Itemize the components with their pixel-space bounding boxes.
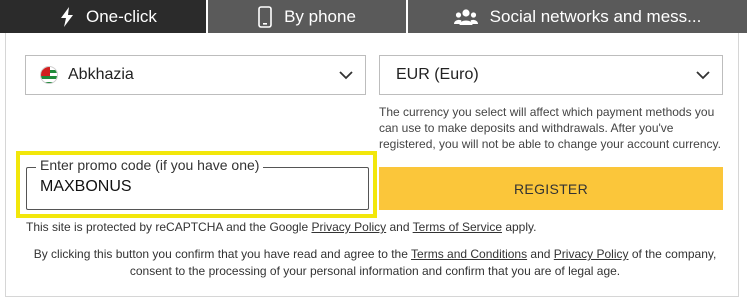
legal-notice: By clicking this button you confirm that…: [28, 246, 722, 280]
tab-by-phone-label: By phone: [284, 6, 356, 26]
register-button[interactable]: REGISTER: [379, 167, 723, 210]
recaptcha-text: This site is protected by reCAPTCHA and …: [26, 220, 312, 234]
tab-social-networks-label: Social networks and mess...: [489, 6, 702, 26]
tab-one-click-label: One-click: [86, 6, 157, 26]
abkhazia-flag-icon: [40, 66, 58, 84]
promo-code-value[interactable]: MAXBONUS: [40, 178, 132, 196]
chevron-down-icon: [339, 68, 353, 87]
currency-select[interactable]: EUR (Euro): [379, 55, 723, 95]
tab-by-phone[interactable]: By phone: [206, 0, 406, 33]
chevron-down-icon: [696, 68, 710, 87]
terms-and-conditions-link[interactable]: Terms and Conditions: [411, 247, 527, 261]
phone-icon: [258, 5, 272, 28]
legal-privacy-policy-link[interactable]: Privacy Policy: [554, 247, 629, 261]
tab-one-click[interactable]: One-click: [0, 0, 206, 33]
lightning-icon: [60, 6, 74, 27]
country-value: Abkhazia: [68, 66, 134, 83]
users-icon: [453, 8, 478, 26]
registration-tabs: One-click By phone Social networks and m…: [0, 0, 747, 33]
tab-social-networks[interactable]: Social networks and mess...: [406, 0, 747, 33]
terms-of-service-link[interactable]: Terms of Service: [413, 220, 502, 234]
recaptcha-notice: This site is protected by reCAPTCHA and …: [26, 220, 536, 234]
currency-note: The currency you select will affect whic…: [379, 105, 721, 151]
recaptcha-after: apply.: [502, 220, 537, 234]
promo-code-label: Enter promo code (if you have one): [36, 157, 264, 173]
recaptcha-and: and: [386, 220, 413, 234]
legal-and: and: [527, 247, 554, 261]
currency-value: EUR (Euro): [396, 66, 479, 83]
country-select[interactable]: Abkhazia: [25, 55, 366, 95]
legal-text-1: By clicking this button you confirm that…: [33, 247, 412, 261]
privacy-policy-link[interactable]: Privacy Policy: [311, 220, 386, 234]
